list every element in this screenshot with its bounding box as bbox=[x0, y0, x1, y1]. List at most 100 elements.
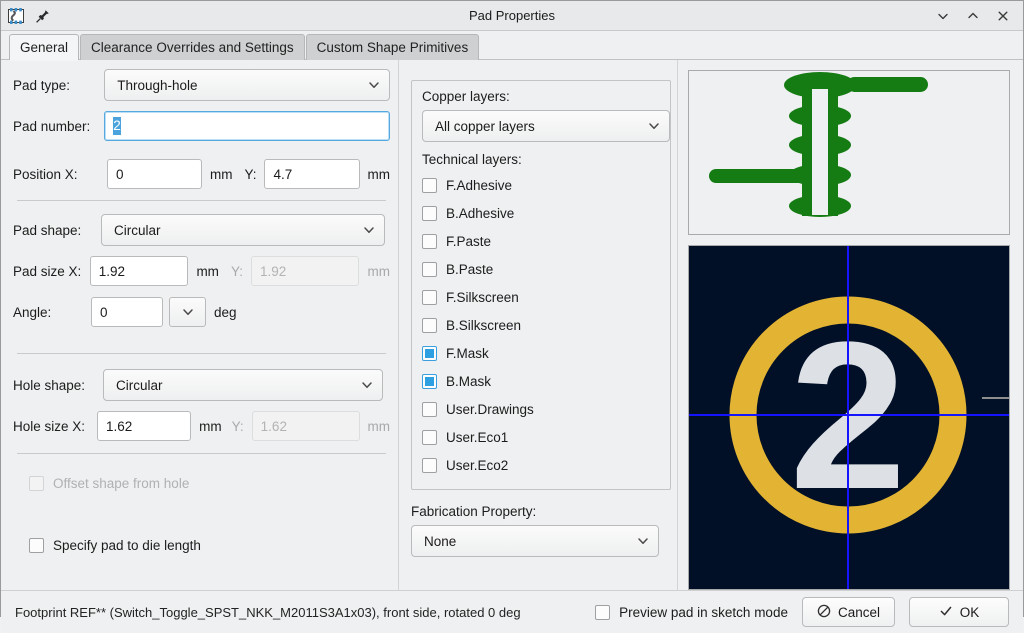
layer-checkbox-b-adhesive[interactable] bbox=[422, 206, 437, 221]
window-controls bbox=[935, 8, 1017, 24]
angle-input[interactable]: 0 bbox=[91, 297, 163, 327]
hole-size-x-input[interactable]: 1.62 bbox=[97, 411, 191, 441]
layer-item-b-paste[interactable]: B.Paste bbox=[422, 255, 660, 283]
pad-size-x-label: Pad size X: bbox=[13, 264, 90, 279]
pad-number-row: Pad number: 2 bbox=[13, 111, 390, 141]
pad-size-x-value: 1.92 bbox=[99, 264, 125, 279]
chevron-down-icon bbox=[362, 223, 376, 237]
close-button[interactable] bbox=[995, 8, 1011, 24]
layer-checkbox-f-mask[interactable] bbox=[422, 346, 437, 361]
pad-size-x-input[interactable]: 1.92 bbox=[90, 256, 189, 286]
title-bar: Pad Properties bbox=[1, 1, 1023, 31]
preview-panel: 2 bbox=[677, 60, 1023, 590]
sketch-mode-label: Preview pad in sketch mode bbox=[619, 605, 788, 620]
angle-value: 0 bbox=[100, 305, 108, 320]
layer-checkbox-f-adhesive[interactable] bbox=[422, 178, 437, 193]
position-x-input[interactable]: 0 bbox=[107, 159, 202, 189]
pad-shape-select[interactable]: Circular bbox=[101, 214, 385, 246]
angle-row: Angle: 0 deg bbox=[13, 297, 390, 327]
layer-checkbox-user-eco1[interactable] bbox=[422, 430, 437, 445]
layer-item-b-adhesive[interactable]: B.Adhesive bbox=[422, 199, 660, 227]
cancel-button[interactable]: Cancel bbox=[802, 597, 895, 627]
layer-item-f-mask[interactable]: F.Mask bbox=[422, 339, 660, 367]
pad-size-y-unit: mm bbox=[367, 264, 390, 279]
layer-checkbox-f-silkscreen[interactable] bbox=[422, 290, 437, 305]
layer-item-user-drawings[interactable]: User.Drawings bbox=[422, 395, 660, 423]
layer-label-user-eco2: User.Eco2 bbox=[446, 458, 508, 473]
layer-label-user-eco1: User.Eco1 bbox=[446, 430, 508, 445]
layer-checkbox-b-silkscreen[interactable] bbox=[422, 318, 437, 333]
position-x-unit: mm bbox=[210, 167, 233, 182]
layer-checkbox-b-mask[interactable] bbox=[422, 374, 437, 389]
fabrication-property-select[interactable]: None bbox=[411, 525, 659, 557]
position-y-unit: mm bbox=[368, 167, 391, 182]
chevron-down-icon bbox=[181, 305, 195, 319]
copper-layers-value: All copper layers bbox=[435, 119, 647, 134]
minimize-button[interactable] bbox=[935, 8, 951, 24]
tab-general[interactable]: General bbox=[9, 34, 79, 60]
layer-label-f-paste: F.Paste bbox=[446, 234, 491, 249]
tab-custom-shape-primitives[interactable]: Custom Shape Primitives bbox=[306, 34, 480, 60]
die-length-label: Specify pad to die length bbox=[53, 538, 201, 553]
position-row: Position X: 0 mm Y: 4.7 mm bbox=[13, 159, 390, 189]
hole-size-x-label: Hole size X: bbox=[13, 419, 97, 434]
sketch-mode-checkbox[interactable] bbox=[595, 605, 610, 620]
layer-item-f-adhesive[interactable]: F.Adhesive bbox=[422, 171, 660, 199]
tab-clearance-overrides[interactable]: Clearance Overrides and Settings bbox=[80, 34, 305, 60]
hole-size-y-value: 1.62 bbox=[261, 419, 287, 434]
layers-groupbox: Copper layers: All copper layers Technic… bbox=[411, 80, 671, 490]
layer-checkbox-b-paste[interactable] bbox=[422, 262, 437, 277]
hole-size-y-label: Y: bbox=[232, 419, 244, 434]
layer-checkbox-user-eco2[interactable] bbox=[422, 458, 437, 473]
hole-size-y-unit: mm bbox=[368, 419, 391, 434]
offset-shape-checkbox-row[interactable]: Offset shape from hole bbox=[29, 472, 390, 494]
chevron-down-icon bbox=[647, 119, 661, 133]
layer-checkbox-f-paste[interactable] bbox=[422, 234, 437, 249]
layer-label-b-adhesive: B.Adhesive bbox=[446, 206, 514, 221]
angle-dropdown-button[interactable] bbox=[169, 297, 206, 327]
position-y-input[interactable]: 4.7 bbox=[264, 159, 359, 189]
copper-layers-select[interactable]: All copper layers bbox=[422, 110, 670, 142]
technical-layers-label: Technical layers: bbox=[422, 152, 660, 167]
sketch-mode-checkbox-row[interactable]: Preview pad in sketch mode bbox=[595, 601, 788, 623]
pad-shape-label: Pad shape: bbox=[13, 223, 101, 238]
hole-shape-row: Hole shape: Circular bbox=[13, 370, 390, 400]
pad-size-row: Pad size X: 1.92 mm Y: 1.92 mm bbox=[13, 256, 390, 286]
ok-button[interactable]: OK bbox=[909, 597, 1009, 627]
chevron-down-icon bbox=[360, 378, 374, 392]
hole-size-x-unit: mm bbox=[199, 419, 222, 434]
pad-type-select[interactable]: Through-hole bbox=[104, 69, 390, 101]
angle-unit: deg bbox=[214, 305, 237, 320]
layer-item-b-mask[interactable]: B.Mask bbox=[422, 367, 660, 395]
tab-bar: General Clearance Overrides and Settings… bbox=[1, 31, 1023, 60]
layer-item-user-eco2[interactable]: User.Eco2 bbox=[422, 451, 660, 479]
pad-size-x-unit: mm bbox=[196, 264, 219, 279]
pad-type-value: Through-hole bbox=[117, 78, 367, 93]
layer-checkbox-user-drawings[interactable] bbox=[422, 402, 437, 417]
fabrication-property-group: Fabrication Property: None bbox=[411, 504, 671, 557]
footprint-editor-icon bbox=[7, 7, 25, 25]
hole-size-x-value: 1.62 bbox=[106, 419, 132, 434]
cancel-label: Cancel bbox=[838, 605, 880, 620]
pad-number-label: Pad number: bbox=[13, 119, 104, 134]
pin-icon[interactable] bbox=[35, 8, 51, 24]
die-length-checkbox-row[interactable]: Specify pad to die length bbox=[29, 534, 390, 556]
copper-layers-label: Copper layers: bbox=[422, 89, 660, 104]
fabrication-property-value: None bbox=[424, 534, 636, 549]
offset-shape-checkbox[interactable] bbox=[29, 476, 44, 491]
layer-item-user-eco1[interactable]: User.Eco1 bbox=[422, 423, 660, 451]
layer-item-f-paste[interactable]: F.Paste bbox=[422, 227, 660, 255]
footprint-status-text: Footprint REF** (Switch_Toggle_SPST_NKK_… bbox=[15, 605, 521, 620]
hole-shape-select[interactable]: Circular bbox=[103, 369, 383, 401]
die-length-checkbox[interactable] bbox=[29, 538, 44, 553]
maximize-button[interactable] bbox=[965, 8, 981, 24]
position-x-label: Position X: bbox=[13, 167, 107, 182]
position-y-label: Y: bbox=[244, 167, 256, 182]
layer-label-b-paste: B.Paste bbox=[446, 262, 493, 277]
layer-item-b-silkscreen[interactable]: B.Silkscreen bbox=[422, 311, 660, 339]
pad-size-y-label: Y: bbox=[231, 264, 243, 279]
offset-shape-label: Offset shape from hole bbox=[53, 476, 189, 491]
pad-size-y-input: 1.92 bbox=[251, 256, 360, 286]
pad-number-input[interactable]: 2 bbox=[104, 111, 390, 141]
layer-item-f-silkscreen[interactable]: F.Silkscreen bbox=[422, 283, 660, 311]
